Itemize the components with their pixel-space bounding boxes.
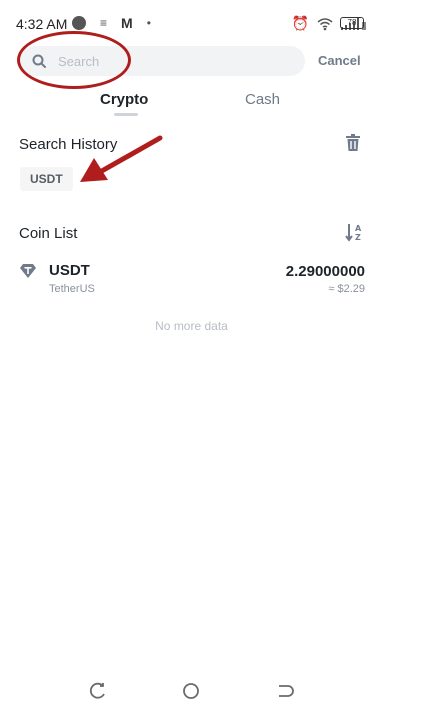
search-icon bbox=[32, 54, 46, 68]
no-more-data-text: No more data bbox=[155, 319, 228, 333]
coin-symbol: USDT bbox=[49, 262, 90, 279]
alarm-icon: ⏰ bbox=[291, 15, 309, 31]
search-input[interactable] bbox=[58, 52, 258, 70]
active-tab-indicator bbox=[114, 113, 138, 116]
search-row: Cancel bbox=[0, 44, 423, 80]
coin-fiat-value: ≈ $2.29 bbox=[328, 283, 365, 295]
status-notification-icons: ≡ M • bbox=[72, 15, 151, 31]
coin-list-title: Coin List bbox=[19, 225, 78, 242]
coin-amount: 2.29000000 bbox=[285, 263, 365, 280]
gmail-icon: M bbox=[121, 15, 133, 31]
system-nav-bar bbox=[0, 676, 423, 706]
recent-apps-icon[interactable] bbox=[89, 682, 107, 700]
tab-cash[interactable]: Cash bbox=[245, 91, 280, 108]
search-field[interactable] bbox=[20, 46, 305, 76]
svg-text:Z: Z bbox=[355, 233, 361, 242]
app-notification-icon bbox=[72, 16, 86, 30]
svg-text:A: A bbox=[355, 224, 362, 233]
tether-icon bbox=[20, 264, 36, 278]
coin-list-item[interactable]: USDT TetherUS 2.29000000 ≈ $2.29 bbox=[0, 258, 423, 300]
status-time: 4:32 AM bbox=[16, 16, 68, 32]
sort-az-icon[interactable]: A Z bbox=[345, 222, 363, 242]
message-icon: ≡ bbox=[100, 16, 108, 30]
wifi-icon bbox=[317, 17, 333, 30]
home-icon[interactable] bbox=[182, 682, 200, 700]
search-history-title: Search History bbox=[19, 136, 118, 153]
trash-icon[interactable] bbox=[345, 134, 361, 151]
coin-name: TetherUS bbox=[49, 283, 95, 295]
search-history-item[interactable]: USDT bbox=[20, 167, 73, 191]
battery-icon: 78 bbox=[340, 17, 364, 29]
cancel-button[interactable]: Cancel bbox=[318, 53, 361, 68]
tab-crypto[interactable]: Crypto bbox=[100, 91, 148, 108]
status-bar: 4:32 AM ≡ M • ⏰ 78 bbox=[0, 0, 423, 44]
dot-icon: • bbox=[146, 16, 151, 30]
back-icon[interactable] bbox=[276, 682, 294, 700]
tab-bar: Crypto Cash bbox=[0, 86, 423, 120]
battery-level: 78 bbox=[347, 18, 357, 27]
